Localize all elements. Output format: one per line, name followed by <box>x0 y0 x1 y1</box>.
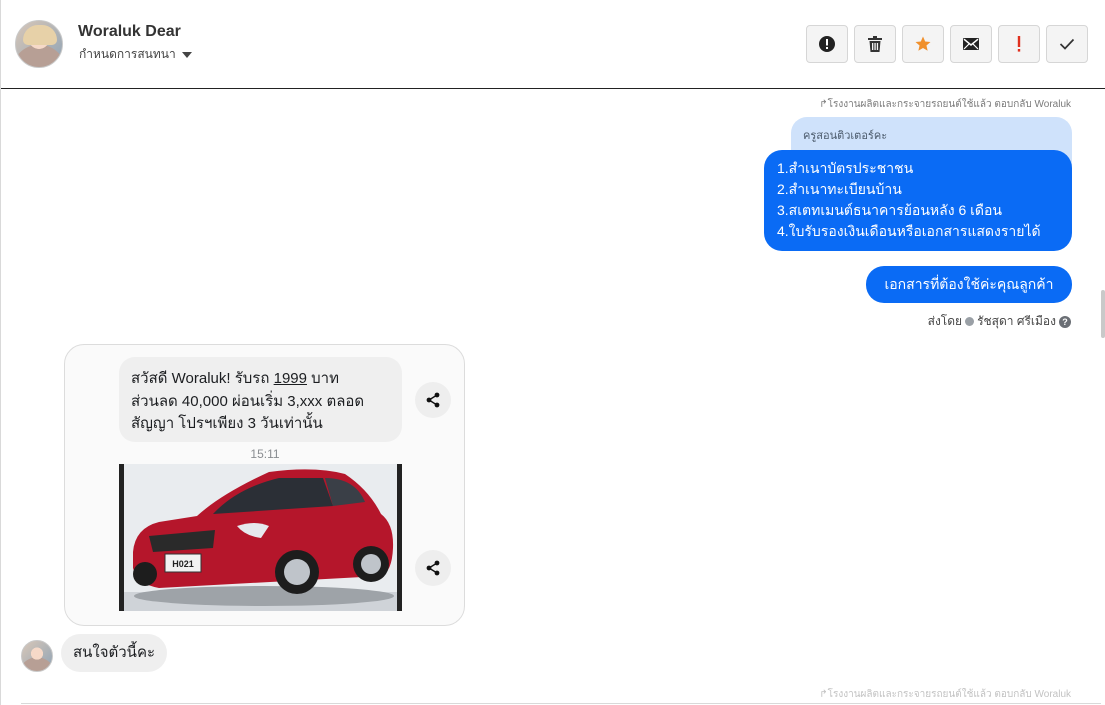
product-message-card: สวัสดี Woraluk! รับรถ 1999 บาท ส่วนลด 40… <box>64 344 465 626</box>
contact-name[interactable]: Woraluk Dear <box>78 23 181 41</box>
help-icon[interactable]: ? <box>1059 315 1071 328</box>
car-photo: H021 <box>119 464 402 611</box>
share-button[interactable] <box>415 550 451 586</box>
contact-avatar[interactable] <box>15 20 63 68</box>
reply-note-faded: ↱โรงงานผลิตและกระจายรถยนต์ใช้แล้ว ตอบกลั… <box>819 689 1071 700</box>
list-item: 4.ใบรับรองเงินเดือนหรือเอกสารแสดงรายได้ <box>777 223 1041 239</box>
assign-conversation-dropdown[interactable]: กำหนดการสนทนา <box>79 45 192 64</box>
promo-price: 1999 <box>273 370 307 387</box>
sent-by-label: ส่งโดย <box>927 314 963 328</box>
header-toolbar <box>806 25 1088 63</box>
share-icon <box>426 392 440 408</box>
check-icon <box>1059 38 1075 50</box>
promo-line1-post: บาท <box>306 370 339 387</box>
outgoing-message[interactable]: เอกสารที่ต้องใช้ค่ะคุณลูกค้า <box>866 266 1072 303</box>
scrollbar-thumb[interactable] <box>1101 290 1105 338</box>
mark-unread-button[interactable] <box>950 25 992 63</box>
conversation-header: Woraluk Dear กำหนดการสนทนา <box>1 0 1105 89</box>
star-icon <box>915 36 931 51</box>
caret-down-icon <box>181 51 192 58</box>
report-button[interactable] <box>806 25 848 63</box>
share-button[interactable] <box>415 382 451 418</box>
sent-by-info: ส่งโดย รัชสุดา ศรีเมือง ? <box>928 312 1071 331</box>
spam-button[interactable] <box>998 25 1040 63</box>
plate-text: H021 <box>172 559 194 569</box>
assign-label: กำหนดการสนทนา <box>79 47 176 61</box>
trash-icon <box>868 36 882 52</box>
divider <box>21 703 1101 704</box>
list-item: 3.สเตทเมนต์ธนาคารย้อนหลัง 6 เดือน <box>777 202 1002 218</box>
list-item: 1.สำเนาบัตรประชาชน <box>777 160 914 176</box>
star-button[interactable] <box>902 25 944 63</box>
agent-status-icon <box>965 317 975 326</box>
sender-avatar[interactable] <box>21 640 53 672</box>
promo-line1-pre: สวัสดี Woraluk! รับรถ <box>131 370 274 387</box>
delete-button[interactable] <box>854 25 896 63</box>
promo-text-bubble[interactable]: สวัสดี Woraluk! รับรถ 1999 บาท ส่วนลด 40… <box>119 357 402 442</box>
promo-line2: ส่วนลด 40,000 ผ่อนเริ่ม 3,xxx ตลอด <box>131 392 365 410</box>
list-item: 2.สำเนาทะเบียนบ้าน <box>777 181 902 197</box>
mark-done-button[interactable] <box>1046 25 1088 63</box>
incoming-message[interactable]: สนใจตัวนี้คะ <box>61 634 168 672</box>
exclamation-icon <box>1017 36 1021 52</box>
outgoing-message-documents[interactable]: 1.สำเนาบัตรประชาชน 2.สำเนาทะเบียนบ้าน 3.… <box>764 150 1072 251</box>
chat-window: Woraluk Dear กำหนดการสนทนา ↱โรงงานผลิตแล… <box>0 0 1105 705</box>
reply-note: ↱โรงงานผลิตและกระจายรถยนต์ใช้แล้ว ตอบกลั… <box>819 99 1071 110</box>
envelope-icon <box>963 38 979 50</box>
alert-circle-icon <box>819 36 835 52</box>
promo-line3: สัญญา โปรฯเพียง 3 วันเท่านั้น <box>131 415 323 432</box>
message-time: 15:11 <box>250 447 280 461</box>
car-image[interactable]: H021 <box>119 464 402 611</box>
share-icon <box>426 560 440 576</box>
sent-by-agent: รัชสุดา ศรีเมือง <box>977 314 1056 328</box>
